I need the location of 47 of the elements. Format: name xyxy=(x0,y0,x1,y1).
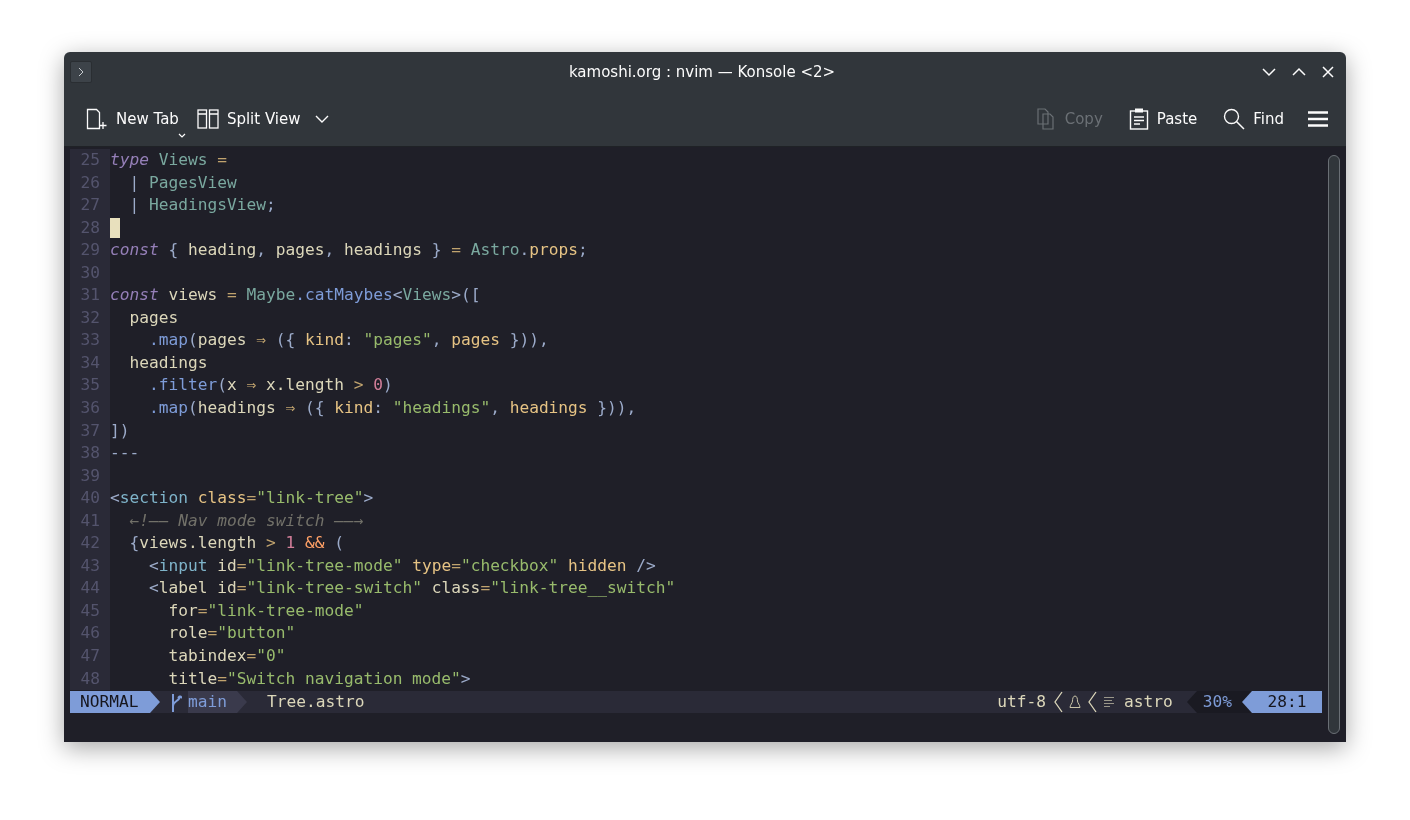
code-line: .map(headings ⇒ ({ kind: "headings", headings })), xyxy=(147,397,637,419)
code-line: title="Switch navigation mode"> xyxy=(167,667,471,690)
close-icon[interactable] xyxy=(1322,66,1334,78)
chevron-left-icon xyxy=(1087,691,1097,714)
scrollbar[interactable] xyxy=(1328,155,1340,734)
code-line: {views.length > 1 && ( xyxy=(128,532,344,555)
code-line: tabindex="0" xyxy=(167,645,286,668)
minimize-icon[interactable] xyxy=(1262,67,1276,77)
search-icon xyxy=(1223,108,1246,130)
file-type: astro xyxy=(1124,691,1174,714)
chevron-right-icon xyxy=(76,67,86,77)
file-encoding: utf-8 xyxy=(997,691,1046,714)
code-line: role="button" xyxy=(167,622,296,645)
new-tab-icon xyxy=(86,108,108,130)
toolbar-button[interactable]: New Tab xyxy=(86,108,179,130)
code-line: pages xyxy=(128,306,179,329)
window-title: kamoshi.org : nvim — Konsole <2> xyxy=(567,63,837,81)
code-line: --- xyxy=(110,442,140,465)
toolbar-button[interactable]: Split View xyxy=(196,109,301,129)
code-line: ←!—— Nav mode switch ——→ xyxy=(128,509,364,532)
arrow-separator-icon xyxy=(150,691,160,714)
git-branch-icon xyxy=(170,692,182,713)
split-view-icon xyxy=(196,109,219,129)
copy-icon xyxy=(1036,108,1057,130)
menu-icon[interactable] xyxy=(1308,111,1328,127)
clipboard-icon xyxy=(1128,108,1149,130)
file-name: Tree.astro xyxy=(267,691,365,714)
code-line: type Views = xyxy=(110,149,227,171)
chevron-down-icon[interactable] xyxy=(314,115,329,123)
toolbar-button[interactable]: Find xyxy=(1223,108,1284,130)
text-lines-icon xyxy=(1103,696,1115,709)
toolbar-button[interactable]: Paste xyxy=(1128,108,1198,130)
code-line: <section class="link-tree"> xyxy=(110,487,374,510)
code-line: const { heading, pages, headings } = Astro.props; xyxy=(110,239,588,262)
code-line: .filter(x ⇒ x.length > 0) xyxy=(147,374,393,397)
chevron-left-icon xyxy=(1053,691,1063,714)
code-line: | HeadingsView; xyxy=(128,194,276,217)
code-line: <input id="link-tree-mode" type="checkbox" hidden /> xyxy=(147,554,656,577)
code-line: headings xyxy=(128,351,208,374)
code-line: for="link-tree-mode" xyxy=(167,599,364,622)
code-line: ]) xyxy=(110,419,130,442)
code-line: <label id="link-tree-switch" class="link-tree__switch" xyxy=(147,577,676,600)
caret-icon xyxy=(178,133,186,138)
code-line: const views = Maybe.catMaybes<Views>([ xyxy=(110,284,481,307)
maximize-icon[interactable] xyxy=(1292,67,1306,77)
code-line: | PagesView xyxy=(128,171,237,194)
code-line: .map(pages ⇒ ({ kind: "pages", pages })), xyxy=(147,329,549,352)
